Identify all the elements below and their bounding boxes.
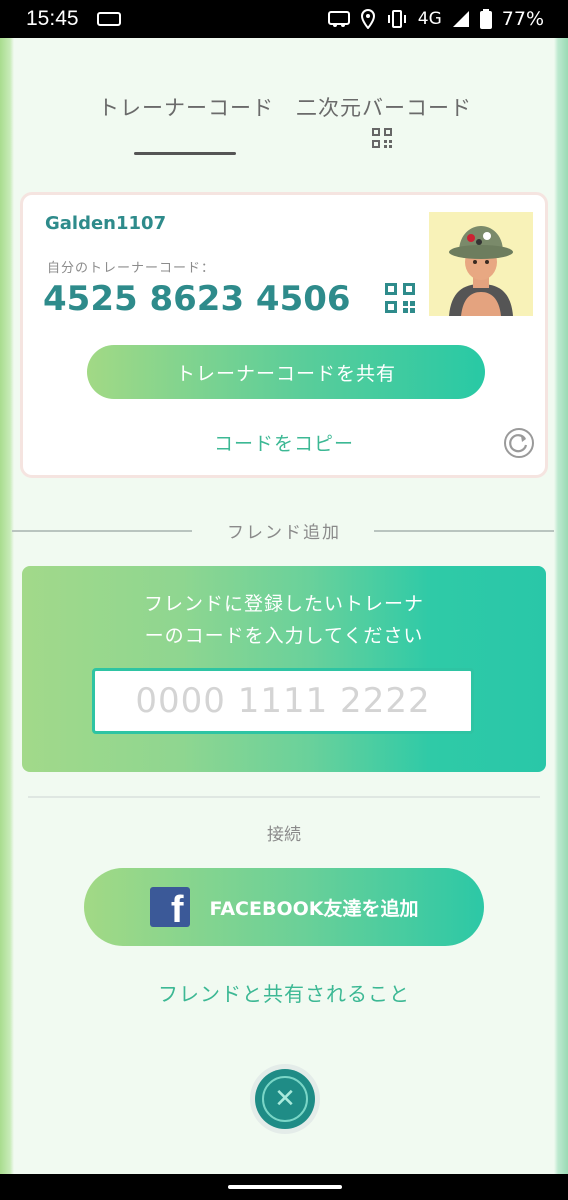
close-button[interactable]: ✕: [250, 1064, 320, 1134]
trainer-code-label: 自分のトレーナーコード：: [47, 261, 216, 276]
shared-with-friends-link[interactable]: フレンドと共有されること: [0, 978, 568, 1007]
cast-icon: [327, 11, 350, 27]
refresh-icon[interactable]: [503, 427, 535, 459]
section-divider: [28, 796, 540, 798]
battery-icon: [479, 9, 492, 29]
qr-code-icon[interactable]: [372, 128, 392, 148]
status-right: 4G 77%: [327, 8, 544, 30]
trainer-card: Galden1107 自分のトレーナーコード： 4525 8623 4506 ト…: [20, 192, 548, 478]
close-icon: ✕: [262, 1076, 308, 1122]
battery-percent: 77%: [501, 8, 544, 30]
navigation-bar: [0, 1174, 568, 1200]
share-trainer-code-button[interactable]: トレーナーコードを共有: [87, 345, 485, 399]
status-bar: 15:45 4G 77%: [0, 0, 568, 38]
instruction-line-1: フレンドに登録したいトレーナ: [143, 593, 424, 615]
facebook-icon: f: [149, 887, 190, 929]
network-type: 4G: [417, 9, 442, 29]
location-icon: [360, 9, 375, 29]
tab-qr-code[interactable]: 二次元バーコード: [296, 92, 472, 122]
copy-code-link[interactable]: コードをコピー: [23, 429, 545, 456]
vibrate-icon: [387, 10, 406, 28]
instruction-line-2: ーのコードを入力してください: [144, 625, 424, 647]
trainer-avatar: [429, 212, 533, 316]
friend-code-input[interactable]: [92, 668, 474, 734]
status-left: 15:45: [26, 7, 121, 31]
active-tab-indicator: [134, 152, 236, 155]
add-friend-panel: フレンドに登録したいトレーナ ーのコードを入力してください: [22, 566, 546, 772]
trainer-code: 4525 8623 4506: [43, 279, 351, 319]
tab-trainer-code[interactable]: トレーナーコード: [98, 92, 274, 122]
add-facebook-friends-button[interactable]: f FACEBOOK友達を追加: [84, 868, 484, 946]
close-button-inner: ✕: [255, 1069, 315, 1129]
avatar-image: [429, 212, 533, 316]
add-friend-heading-row: フレンド追加: [0, 514, 568, 548]
qr-code-icon[interactable]: [385, 283, 415, 313]
connect-heading: 接続: [267, 825, 301, 845]
add-friend-instruction: フレンドに登録したいトレーナ ーのコードを入力してください: [22, 588, 546, 652]
tab-bar: トレーナーコード 二次元バーコード: [0, 92, 568, 162]
home-gesture-handle[interactable]: [228, 1185, 342, 1189]
signal-icon: [452, 11, 469, 27]
trainer-name: Galden1107: [45, 213, 167, 234]
gamepad-icon: [96, 12, 121, 26]
divider-right: [374, 530, 554, 532]
facebook-button-label: FACEBOOK友達を追加: [209, 897, 419, 920]
status-time: 15:45: [26, 7, 79, 30]
